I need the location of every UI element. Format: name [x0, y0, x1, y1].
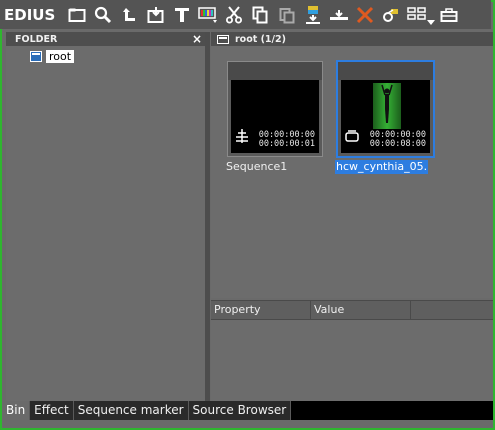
cut-icon[interactable]	[223, 4, 245, 26]
add-to-timeline-icon[interactable]	[302, 4, 324, 26]
folder-icon	[30, 51, 42, 62]
view-icon[interactable]	[406, 4, 428, 26]
properties-icon[interactable]	[380, 4, 402, 26]
folder-tree: root	[6, 46, 205, 401]
bin-header: root (1/2)	[211, 32, 493, 46]
clip-thumbnail-selected[interactable]: 00:00:00:00 00:00:08:00	[336, 60, 435, 158]
bin-title: root (1/2)	[235, 33, 286, 45]
close-icon[interactable]: ×	[192, 32, 202, 46]
column-header-filler	[411, 301, 493, 319]
paste-icon[interactable]	[276, 4, 298, 26]
clip-header	[228, 62, 322, 80]
clip-tc-out: 00:00:08:00	[369, 139, 426, 149]
tab-sequence-marker[interactable]: Sequence marker	[73, 401, 189, 420]
folder-panel-title: FOLDER	[15, 33, 58, 45]
bin-folder-icon	[217, 34, 229, 44]
new-folder-icon[interactable]	[66, 4, 88, 26]
panel-splitter[interactable]	[206, 32, 210, 401]
property-header: Property Value	[211, 301, 493, 320]
toolbar: EDIUS	[0, 0, 491, 29]
tab-bin[interactable]: Bin	[2, 401, 31, 420]
delete-icon[interactable]	[354, 4, 376, 26]
video-clip-icon	[345, 130, 359, 142]
clip-tc-out: 00:00:00:01	[258, 139, 315, 149]
color-bars-icon[interactable]	[197, 4, 219, 26]
chevron-down-icon[interactable]	[426, 4, 435, 26]
insert-icon[interactable]	[328, 4, 350, 26]
column-header-value[interactable]: Value	[311, 301, 411, 319]
clip-preview: 00:00:00:00 00:00:08:00	[341, 80, 430, 153]
tree-item-root[interactable]: root	[30, 50, 75, 63]
sequence-icon	[236, 129, 248, 143]
property-panel: Property Value	[211, 300, 493, 402]
clip-name-selected[interactable]: hcw_cynthia_05.	[335, 160, 429, 174]
video-frame-thumbnail	[373, 83, 401, 129]
panel-tabs: Bin Effect Sequence marker Source Browse…	[2, 401, 493, 420]
folder-panel: FOLDER × root	[6, 32, 208, 401]
title-icon[interactable]	[171, 4, 193, 26]
tree-item-label: root	[46, 50, 75, 63]
folder-panel-header: FOLDER ×	[6, 32, 205, 46]
clip-name[interactable]: Sequence1	[225, 160, 288, 174]
tab-source-browser[interactable]: Source Browser	[188, 401, 292, 420]
bin-settings-icon[interactable]	[438, 4, 460, 26]
tab-bar-filler	[291, 401, 493, 420]
bin-panel: root (1/2) 00:00:00:00 00:00:00:01 Seque…	[211, 32, 493, 298]
copy-icon[interactable]	[249, 4, 271, 26]
clip-header	[338, 62, 433, 80]
add-clip-icon[interactable]	[145, 4, 167, 26]
clip-preview: 00:00:00:00 00:00:00:01	[231, 80, 319, 153]
tab-effect[interactable]: Effect	[30, 401, 74, 420]
clip-thumbnail[interactable]: 00:00:00:00 00:00:00:01	[227, 61, 323, 157]
column-header-property[interactable]: Property	[211, 301, 311, 319]
search-icon[interactable]	[92, 4, 114, 26]
up-folder-icon[interactable]	[118, 4, 140, 26]
app-brand: EDIUS	[4, 5, 56, 24]
